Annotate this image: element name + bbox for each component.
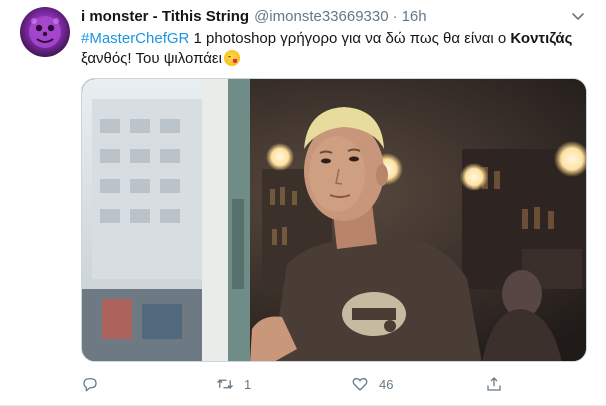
display-name[interactable]: i monster - Tithis String xyxy=(81,8,249,25)
like-button[interactable]: 46 xyxy=(351,373,393,395)
tweet-card[interactable]: i monster - Tithis String @imonste336693… xyxy=(0,0,606,406)
share-icon xyxy=(487,377,501,391)
heart-icon xyxy=(352,377,368,391)
retweet-count: 1 xyxy=(244,376,252,392)
tweet-actions: 1 46 xyxy=(81,373,587,395)
hashtag-link[interactable]: #MasterChefGR xyxy=(81,30,189,47)
tweet-text: #MasterChefGR 1 photoshop γρήγορο για να… xyxy=(81,29,581,69)
like-count: 46 xyxy=(379,376,394,392)
tweet-text-part2: ξανθός! Του ψιλοπάει xyxy=(81,50,222,67)
reply-icon xyxy=(83,378,97,392)
chevron-down-icon[interactable] xyxy=(570,11,586,23)
retweet-icon xyxy=(217,379,233,389)
photo-man-blond-hair xyxy=(82,79,586,361)
reply-button[interactable] xyxy=(81,373,99,395)
face-savoring-food-emoji xyxy=(223,50,240,66)
tweet-photo[interactable] xyxy=(81,78,587,362)
avatar[interactable] xyxy=(20,7,70,57)
share-button[interactable] xyxy=(485,373,503,395)
tweet-text-bold-name: Κοντιζάς xyxy=(510,30,573,47)
retweet-button[interactable]: 1 xyxy=(216,373,251,395)
timestamp[interactable]: 16h xyxy=(402,8,427,25)
separator-dot: · xyxy=(392,8,398,25)
avatar-monster-image xyxy=(29,16,61,48)
tweet-text-part1: 1 photoshop γρήγορο για να δώ πως θα είν… xyxy=(189,30,511,47)
tweet-header: i monster - Tithis String @imonste336693… xyxy=(81,8,427,28)
user-handle[interactable]: @imonste33669330 xyxy=(254,8,389,25)
